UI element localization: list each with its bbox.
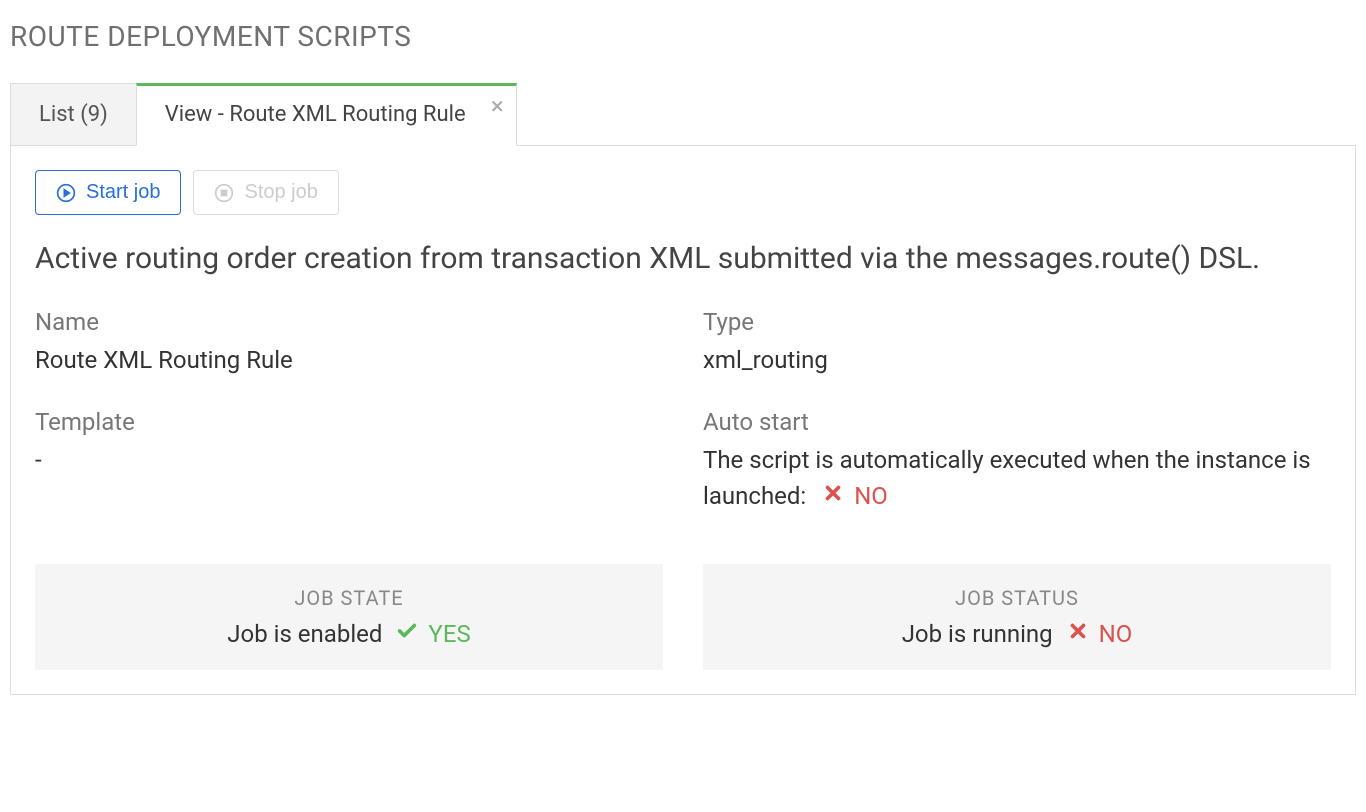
autostart-text: The script is automatically executed whe… — [703, 446, 1311, 510]
job-status-box: JOB STATUS Job is running NO — [703, 564, 1331, 670]
name-value: Route XML Routing Rule — [35, 342, 663, 378]
name-label: Name — [35, 308, 663, 336]
fields-grid: Name Route XML Routing Rule Type xml_rou… — [35, 308, 1331, 514]
close-icon[interactable]: × — [491, 94, 504, 118]
script-description: Active routing order creation from trans… — [35, 239, 1331, 278]
type-label: Type — [703, 308, 1331, 336]
field-template: Template - — [35, 408, 663, 514]
job-status-text: Job is running — [902, 620, 1053, 648]
field-autostart: Auto start The script is automatically e… — [703, 408, 1331, 514]
field-type: Type xml_routing — [703, 308, 1331, 378]
job-status-badge: NO — [1067, 620, 1133, 648]
job-status-badge-text: NO — [1099, 620, 1133, 648]
job-state-text: Job is enabled — [227, 620, 382, 648]
job-state-badge-text: YES — [428, 620, 470, 648]
job-status-title: JOB STATUS — [713, 586, 1321, 610]
x-icon — [822, 478, 844, 514]
job-state-box: JOB STATE Job is enabled YES — [35, 564, 663, 670]
stop-job-label: Stop job — [244, 181, 317, 204]
tab-view[interactable]: View - Route XML Routing Rule × — [136, 83, 517, 146]
autostart-status-text: NO — [854, 478, 888, 514]
tabs: List (9) View - Route XML Routing Rule × — [10, 83, 1356, 146]
tabs-container: List (9) View - Route XML Routing Rule ×… — [10, 83, 1356, 695]
stop-job-button: Stop job — [193, 170, 338, 215]
start-job-label: Start job — [86, 181, 160, 204]
toolbar: Start job Stop job — [35, 170, 1331, 215]
autostart-label: Auto start — [703, 408, 1331, 436]
job-state-badge: YES — [396, 620, 470, 648]
x-icon — [1067, 620, 1089, 648]
status-boxes: JOB STATE Job is enabled YES JOB STATUS … — [35, 564, 1331, 670]
autostart-value: The script is automatically executed whe… — [703, 442, 1331, 514]
job-state-title: JOB STATE — [45, 586, 653, 610]
start-job-button[interactable]: Start job — [35, 170, 181, 215]
view-panel: Start job Stop job Active routing order … — [10, 145, 1356, 695]
type-value: xml_routing — [703, 342, 1331, 378]
tab-list[interactable]: List (9) — [10, 83, 137, 146]
template-label: Template — [35, 408, 663, 436]
play-icon — [56, 183, 76, 203]
job-status-value: Job is running NO — [902, 620, 1133, 648]
stop-icon — [214, 183, 234, 203]
template-value: - — [35, 442, 663, 478]
job-state-value: Job is enabled YES — [227, 620, 470, 648]
check-icon — [396, 620, 418, 648]
tab-view-label: View - Route XML Routing Rule — [165, 102, 466, 127]
autostart-status: NO — [822, 478, 888, 514]
page-title: ROUTE DEPLOYMENT SCRIPTS — [10, 20, 1356, 53]
field-name: Name Route XML Routing Rule — [35, 308, 663, 378]
